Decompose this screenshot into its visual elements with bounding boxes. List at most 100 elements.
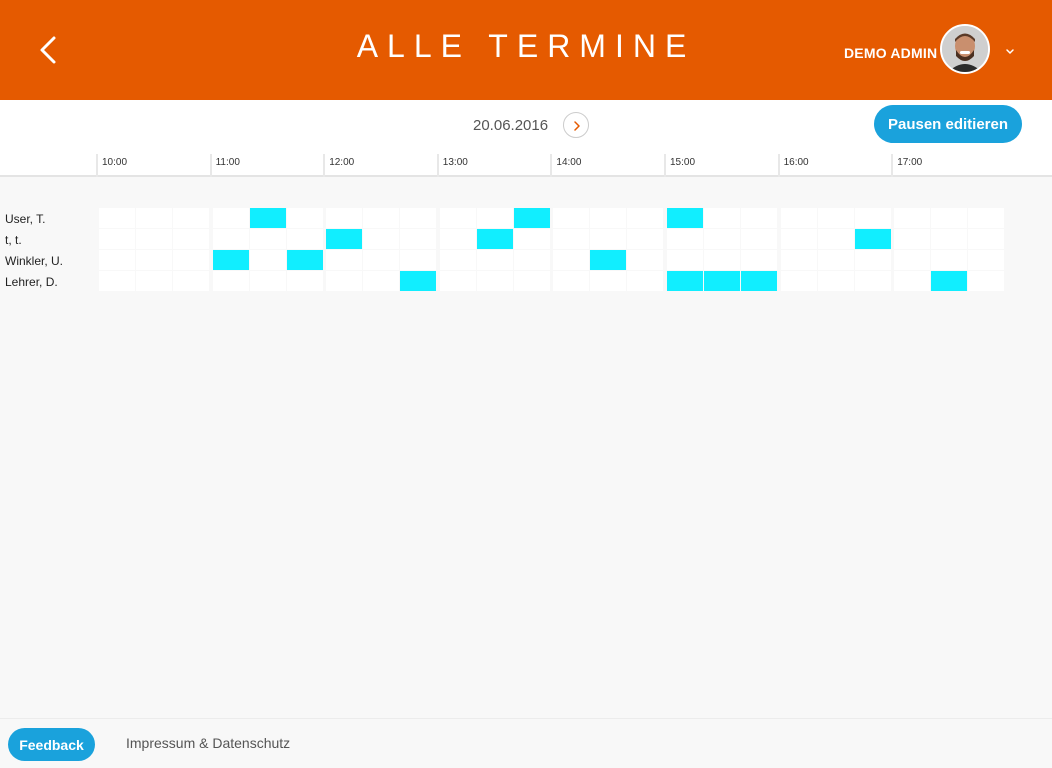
empty-slot [173, 229, 209, 249]
user-menu: DEMO ADMIN [822, 0, 1052, 100]
timeline-header: 10:00 11:00 12:00 13:00 14:00 15:00 16:00 17:00 [0, 150, 1052, 177]
booked-slot[interactable] [667, 208, 703, 228]
user-name[interactable]: DEMO ADMIN [844, 45, 937, 61]
empty-slot [894, 208, 931, 228]
edit-pauses-button[interactable]: Pausen editieren [874, 105, 1022, 143]
hour-label: 12:00 [323, 154, 354, 177]
hour-label: 10:00 [96, 154, 127, 177]
empty-slot [326, 271, 363, 291]
empty-slot [627, 229, 664, 249]
empty-slot [99, 229, 135, 249]
empty-slot [173, 250, 209, 270]
empty-slot [286, 229, 323, 249]
empty-slot [817, 208, 854, 228]
empty-slot [854, 208, 891, 228]
empty-slot [249, 271, 286, 291]
booked-slot[interactable] [854, 229, 891, 249]
empty-slot [627, 250, 664, 270]
empty-slot [99, 271, 135, 291]
empty-slot [136, 208, 172, 228]
booked-slot[interactable] [704, 271, 740, 291]
feedback-button[interactable]: Feedback [8, 728, 95, 761]
empty-slot [854, 271, 891, 291]
next-day-button[interactable] [563, 112, 589, 138]
empty-slot [173, 271, 209, 291]
booked-slot[interactable] [667, 271, 703, 291]
empty-slot [439, 271, 476, 291]
schedule-row: t, t. [0, 229, 1052, 250]
empty-slot [968, 271, 1005, 291]
empty-slot [513, 229, 550, 249]
hour-label: 17:00 [891, 154, 922, 177]
hour-label: 13:00 [436, 154, 468, 177]
schedule-row: Winkler, U. [0, 250, 1052, 271]
empty-slot [400, 229, 437, 249]
hour-label: 14:00 [550, 154, 581, 177]
empty-slot [286, 208, 323, 228]
chevron-right-icon [574, 121, 580, 131]
impressum-link[interactable]: Impressum & Datenschutz [126, 735, 290, 751]
booked-slot[interactable] [513, 208, 550, 228]
empty-slot [553, 271, 590, 291]
booked-slot[interactable] [326, 229, 363, 249]
booked-slot[interactable] [590, 250, 627, 270]
empty-slot [400, 250, 437, 270]
empty-slot [741, 250, 777, 270]
empty-slot [627, 271, 664, 291]
chevron-down-icon [1006, 49, 1014, 55]
empty-slot [136, 271, 172, 291]
footer: Feedback Impressum & Datenschutz [0, 718, 1052, 768]
empty-slot [212, 271, 249, 291]
empty-slot [780, 271, 817, 291]
empty-slot [780, 208, 817, 228]
empty-slot [136, 229, 172, 249]
empty-slot [439, 208, 476, 228]
empty-slot [780, 250, 817, 270]
booked-slot[interactable] [400, 271, 437, 291]
empty-slot [704, 208, 740, 228]
empty-slot [513, 250, 550, 270]
empty-slot [212, 208, 249, 228]
empty-slot [363, 208, 400, 228]
booked-slot[interactable] [212, 250, 249, 270]
empty-slot [363, 229, 400, 249]
row-person-name: Lehrer, D. [5, 275, 58, 289]
empty-slot [400, 208, 437, 228]
user-menu-toggle[interactable] [1005, 43, 1015, 55]
empty-slot [326, 208, 363, 228]
empty-slot [894, 250, 931, 270]
empty-slot [817, 271, 854, 291]
empty-slot [363, 271, 400, 291]
empty-slot [363, 250, 400, 270]
row-person-name: t, t. [5, 233, 22, 247]
empty-slot [627, 208, 664, 228]
booked-slot[interactable] [286, 250, 323, 270]
empty-slot [212, 229, 249, 249]
empty-slot [741, 208, 777, 228]
empty-slot [249, 229, 286, 249]
current-date: 20.06.2016 [473, 117, 549, 134]
empty-slot [780, 229, 817, 249]
empty-slot [326, 250, 363, 270]
app-header: ALLE TERMINE DEMO ADMIN [0, 0, 1052, 100]
empty-slot [553, 250, 590, 270]
booked-slot[interactable] [931, 271, 968, 291]
empty-slot [741, 229, 777, 249]
avatar[interactable] [940, 24, 990, 74]
row-person-name: Winkler, U. [5, 254, 64, 268]
empty-slot [854, 250, 891, 270]
empty-slot [286, 271, 323, 291]
empty-slot [513, 271, 550, 291]
schedule-row: User, T. [0, 208, 1052, 229]
empty-slot [590, 229, 627, 249]
empty-slot [968, 250, 1005, 270]
empty-slot [704, 250, 740, 270]
empty-slot [439, 250, 476, 270]
empty-slot [667, 250, 703, 270]
booked-slot[interactable] [476, 229, 513, 249]
empty-slot [249, 250, 286, 270]
booked-slot[interactable] [741, 271, 777, 291]
empty-slot [968, 208, 1005, 228]
empty-slot [968, 229, 1005, 249]
booked-slot[interactable] [249, 208, 286, 228]
